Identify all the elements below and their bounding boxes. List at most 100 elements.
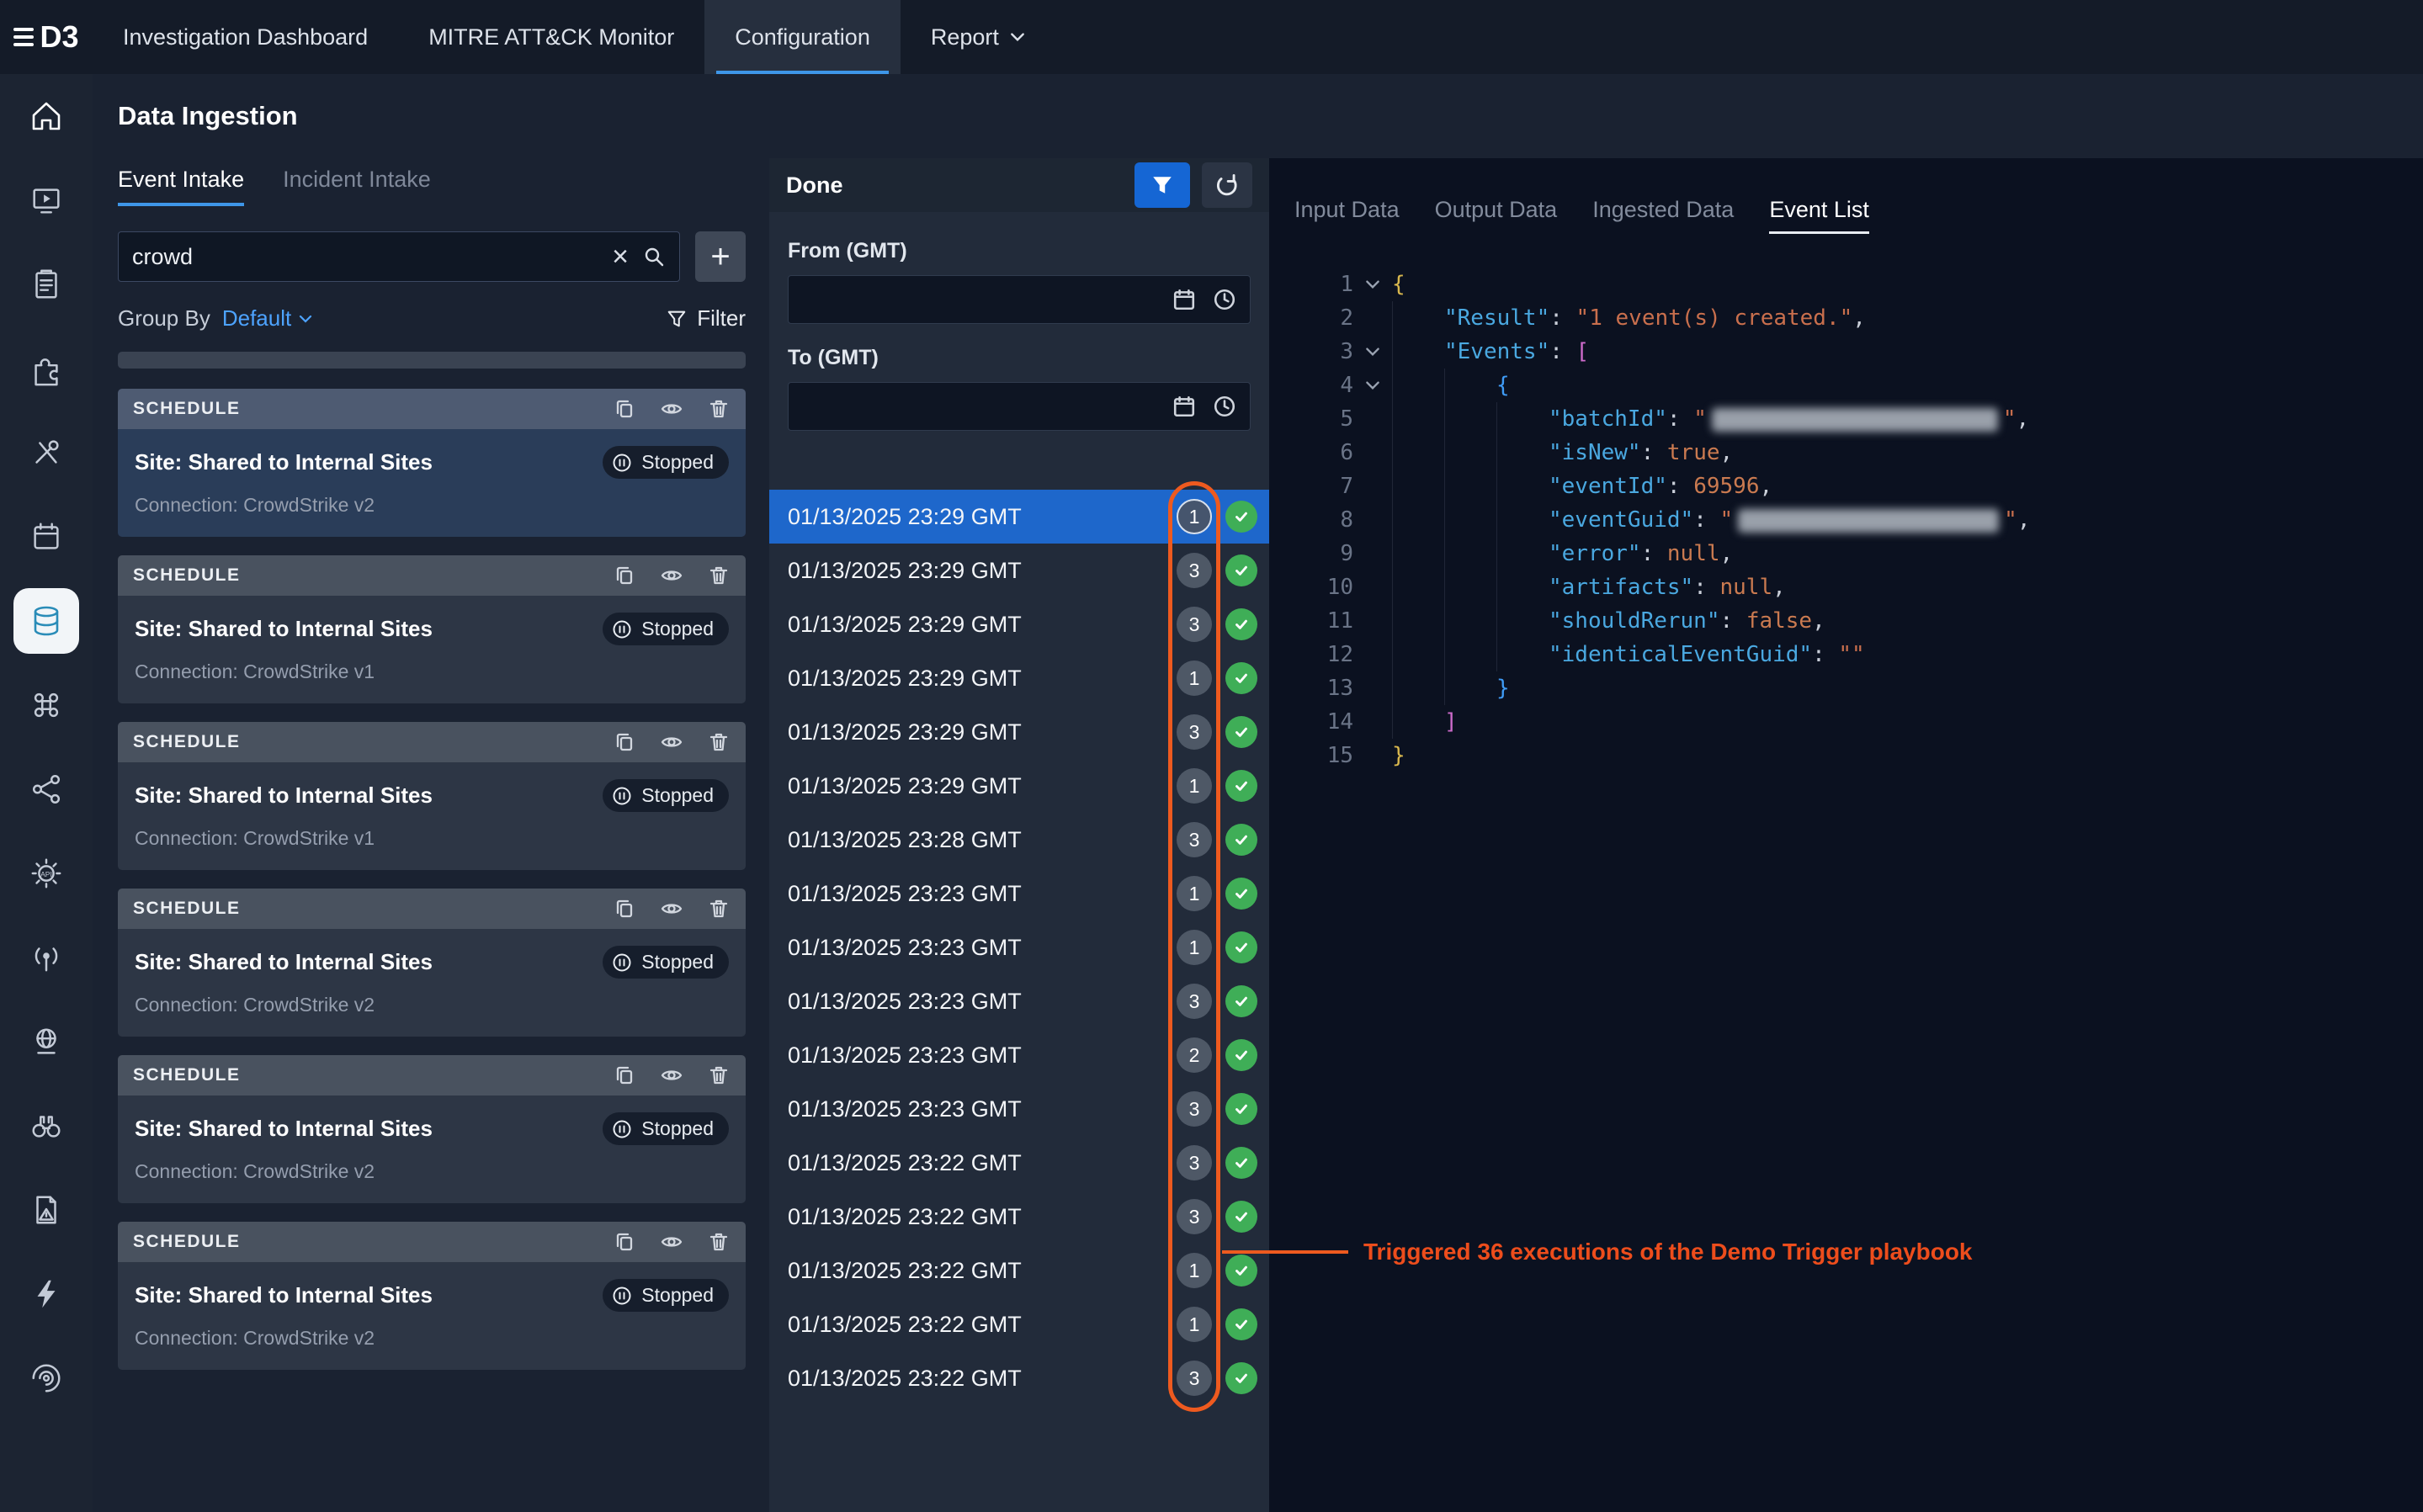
sidebar-item-fingerprint[interactable] <box>0 1336 93 1420</box>
sidebar-item-incident-report[interactable] <box>0 242 93 326</box>
trash-icon[interactable] <box>707 897 731 920</box>
schedule-card[interactable]: SCHEDULE Site: Shared to Internal Sites … <box>118 889 746 1037</box>
trash-icon[interactable] <box>707 564 731 587</box>
sidebar-item-investigation-search[interactable] <box>0 1084 93 1168</box>
horizontal-scrollbar[interactable] <box>118 352 746 369</box>
schedule-card[interactable]: SCHEDULE Site: Shared to Internal Sites … <box>118 1222 746 1370</box>
job-timestamp: 01/13/2025 23:23 GMT <box>788 1096 1177 1122</box>
copy-icon[interactable] <box>613 564 636 587</box>
schedule-title: Site: Shared to Internal Sites <box>135 616 433 642</box>
search-input[interactable] <box>132 244 598 270</box>
job-row[interactable]: 01/13/2025 23:29 GMT 3 <box>769 705 1269 759</box>
eye-icon[interactable] <box>660 730 683 754</box>
eye-icon[interactable] <box>660 1064 683 1087</box>
calendar-icon[interactable] <box>1172 288 1196 311</box>
tab-event-list[interactable]: Event List <box>1769 197 1869 234</box>
job-row[interactable]: 01/13/2025 23:22 GMT 1 <box>769 1297 1269 1351</box>
tab-event-intake[interactable]: Event Intake <box>118 167 244 206</box>
to-input[interactable] <box>788 382 1251 431</box>
job-row[interactable]: 01/13/2025 23:29 GMT 3 <box>769 597 1269 651</box>
trash-icon[interactable] <box>707 1230 731 1254</box>
sidebar-item-integrations[interactable] <box>0 326 93 411</box>
sidebar-item-automation[interactable] <box>0 1252 93 1336</box>
job-row[interactable]: 01/13/2025 23:23 GMT 2 <box>769 1028 1269 1082</box>
trash-icon[interactable] <box>707 1064 731 1087</box>
schedule-card[interactable]: SCHEDULE Site: Shared to Internal Sites … <box>118 722 746 870</box>
sidebar-item-command-center[interactable] <box>0 663 93 747</box>
job-row[interactable]: 01/13/2025 23:23 GMT 3 <box>769 1082 1269 1136</box>
schedule-card[interactable]: SCHEDULE Site: Shared to Internal Sites … <box>118 1055 746 1203</box>
sidebar-item-webhooks[interactable] <box>0 915 93 1000</box>
code-fold-toggle[interactable] <box>1353 335 1392 369</box>
tab-ingested-data[interactable]: Ingested Data <box>1592 197 1734 234</box>
search-icon[interactable] <box>642 245 666 268</box>
schedule-card-body: Site: Shared to Internal Sites Stopped C… <box>118 596 746 703</box>
group-by-value: Default <box>222 305 291 332</box>
group-by-select[interactable]: Default <box>222 305 313 332</box>
job-row[interactable]: 01/13/2025 23:22 GMT 3 <box>769 1190 1269 1244</box>
tab-incident-intake[interactable]: Incident Intake <box>283 167 431 206</box>
topnav-label: Investigation Dashboard <box>123 24 368 50</box>
sidebar-item-data-ingestion[interactable] <box>0 579 93 663</box>
tab-input-data[interactable]: Input Data <box>1294 197 1400 234</box>
job-row[interactable]: 01/13/2025 23:28 GMT 3 <box>769 813 1269 867</box>
topnav-item-report[interactable]: Report <box>901 0 1056 74</box>
fold-gutter <box>1353 638 1392 671</box>
job-row[interactable]: 01/13/2025 23:22 GMT 3 <box>769 1136 1269 1190</box>
clock-icon[interactable] <box>1213 288 1236 311</box>
sidebar-item-audit-log[interactable] <box>0 1168 93 1252</box>
code-line: 15} <box>1294 739 2423 772</box>
calendar-icon[interactable] <box>1172 395 1196 418</box>
copy-icon[interactable] <box>613 897 636 920</box>
jobs-date-filter: From (GMT) To (GMT) <box>769 212 1269 438</box>
refresh-button[interactable] <box>1202 162 1252 208</box>
sidebar-item-home[interactable] <box>0 74 93 158</box>
success-check-icon <box>1225 662 1257 694</box>
code-fold-toggle[interactable] <box>1353 369 1392 402</box>
card-actions <box>613 1230 731 1254</box>
copy-icon[interactable] <box>613 1230 636 1254</box>
job-row[interactable]: 01/13/2025 23:23 GMT 1 <box>769 920 1269 974</box>
from-input[interactable] <box>788 275 1251 324</box>
job-row[interactable]: 01/13/2025 23:22 GMT 1 <box>769 1244 1269 1297</box>
eye-icon[interactable] <box>660 897 683 920</box>
tab-output-data[interactable]: Output Data <box>1435 197 1558 234</box>
clock-icon[interactable] <box>1213 395 1236 418</box>
add-intake-button[interactable]: + <box>695 231 746 282</box>
job-row[interactable]: 01/13/2025 23:29 GMT 1 <box>769 651 1269 705</box>
copy-icon[interactable] <box>613 730 636 754</box>
job-row[interactable]: 01/13/2025 23:29 GMT 1 <box>769 759 1269 813</box>
sidebar-item-utility-tools[interactable] <box>0 411 93 495</box>
schedule-card[interactable]: SCHEDULE Site: Shared to Internal Sites … <box>118 389 746 537</box>
copy-icon[interactable] <box>613 397 636 421</box>
job-timestamp: 01/13/2025 23:22 GMT <box>788 1258 1177 1284</box>
sidebar-item-api-settings[interactable]: API <box>0 831 93 915</box>
job-row[interactable]: 01/13/2025 23:29 GMT 1 <box>769 490 1269 544</box>
command-center-icon <box>29 687 64 723</box>
job-row[interactable]: 01/13/2025 23:23 GMT 3 <box>769 974 1269 1028</box>
jobs-filter-button[interactable] <box>1134 162 1190 208</box>
job-row[interactable]: 01/13/2025 23:22 GMT 3 <box>769 1351 1269 1405</box>
clear-search-icon[interactable]: × <box>612 242 629 271</box>
sidebar-item-sites[interactable] <box>0 1000 93 1084</box>
schedule-card[interactable]: SCHEDULE Site: Shared to Internal Sites … <box>118 555 746 703</box>
schedule-card-header: SCHEDULE <box>118 889 746 929</box>
event-count-badge: 3 <box>1177 553 1212 588</box>
job-row[interactable]: 01/13/2025 23:23 GMT 1 <box>769 867 1269 920</box>
trash-icon[interactable] <box>707 397 731 421</box>
sidebar-item-connections[interactable] <box>0 747 93 831</box>
d3-logo[interactable]: D3 <box>0 0 93 74</box>
eye-icon[interactable] <box>660 1230 683 1254</box>
topnav-item-investigation-dashboard[interactable]: Investigation Dashboard <box>93 0 398 74</box>
eye-icon[interactable] <box>660 397 683 421</box>
topnav-item-configuration[interactable]: Configuration <box>704 0 901 74</box>
copy-icon[interactable] <box>613 1064 636 1087</box>
sidebar-item-schedule[interactable] <box>0 495 93 579</box>
sidebar-item-event-monitor[interactable] <box>0 158 93 242</box>
trash-icon[interactable] <box>707 730 731 754</box>
eye-icon[interactable] <box>660 564 683 587</box>
topnav-item-mitre-attack-monitor[interactable]: MITRE ATT&CK Monitor <box>398 0 704 74</box>
job-row[interactable]: 01/13/2025 23:29 GMT 3 <box>769 544 1269 597</box>
filter-button[interactable]: Filter <box>667 305 746 332</box>
code-fold-toggle[interactable] <box>1353 268 1392 301</box>
